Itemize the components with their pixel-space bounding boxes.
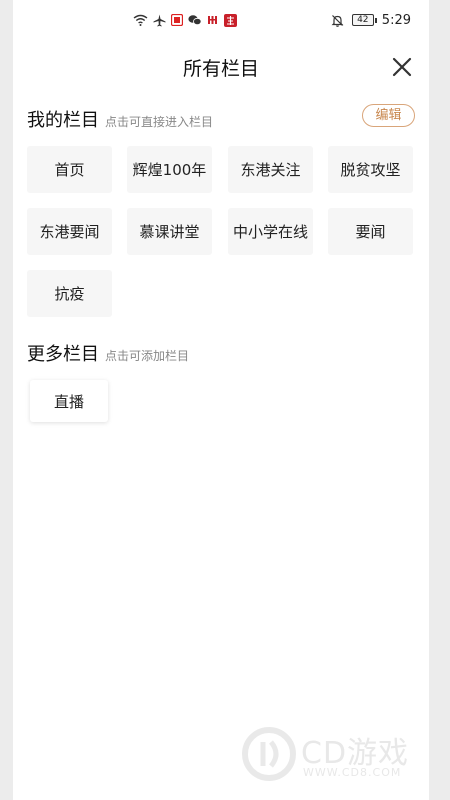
- wifi-icon: [133, 14, 148, 26]
- airplane-icon: [153, 14, 166, 27]
- my-channel-chip[interactable]: 慕课讲堂: [127, 208, 212, 255]
- more-section-title: 更多栏目: [27, 344, 99, 365]
- mute-bell-icon: [331, 14, 344, 27]
- app-screen: 42 5:29 所有栏目 我的栏目 点击可直接进入栏目 编辑 首页 辉煌100年东…: [13, 0, 429, 800]
- wechat-icon: [188, 14, 202, 26]
- page-title: 所有栏目: [182, 58, 259, 80]
- status-icons-right: 42 5:29: [331, 11, 411, 29]
- battery-icon: 42: [351, 14, 377, 26]
- red-app-icon: [207, 14, 219, 26]
- my-channel-chip[interactable]: 要闻: [328, 208, 413, 255]
- status-time: 5:29: [381, 12, 411, 28]
- status-icons-left: [133, 11, 237, 29]
- more-section-hint: 点击可添加栏目: [105, 349, 190, 363]
- my-section-hint: 点击可直接进入栏目: [105, 115, 214, 129]
- watermark-url: WWW.CD8.COM: [303, 766, 402, 779]
- more-channel-chip[interactable]: 直播: [30, 380, 108, 422]
- my-section-title: 我的栏目: [27, 110, 99, 131]
- more-section-header: 更多栏目 点击可添加栏目: [27, 340, 189, 366]
- close-button[interactable]: [389, 54, 415, 80]
- watermark-logo-icon: [242, 727, 296, 781]
- my-channel-grid: 首页 辉煌100年 东港关注 脱贫攻坚东港要闻 慕课讲堂 中小学在线 要闻抗疫: [27, 146, 415, 320]
- status-bar: 42 5:29: [13, 0, 429, 40]
- my-channel-chip[interactable]: 脱贫攻坚: [328, 146, 413, 193]
- my-channel-chip[interactable]: 东港要闻: [27, 208, 112, 255]
- my-channel-chip[interactable]: 首页: [27, 146, 112, 193]
- my-channel-chip[interactable]: 抗疫: [27, 270, 112, 317]
- red-square-app-icon: [171, 14, 183, 26]
- my-channel-chip[interactable]: 辉煌100年: [127, 146, 212, 193]
- my-channel-chip[interactable]: 东港关注: [228, 146, 313, 193]
- more-channel-grid: 直播: [27, 380, 415, 430]
- my-channel-chip[interactable]: 中小学在线: [228, 208, 313, 255]
- battery-level: 42: [357, 15, 369, 25]
- close-icon: [392, 57, 412, 77]
- red-app-icon-2: [224, 13, 237, 27]
- edit-button[interactable]: 编辑: [362, 104, 415, 127]
- watermark: CD游戏 WWW.CD8.COM: [239, 726, 429, 784]
- page-header: 所有栏目: [13, 44, 429, 90]
- my-section-header: 我的栏目 点击可直接进入栏目: [27, 106, 213, 132]
